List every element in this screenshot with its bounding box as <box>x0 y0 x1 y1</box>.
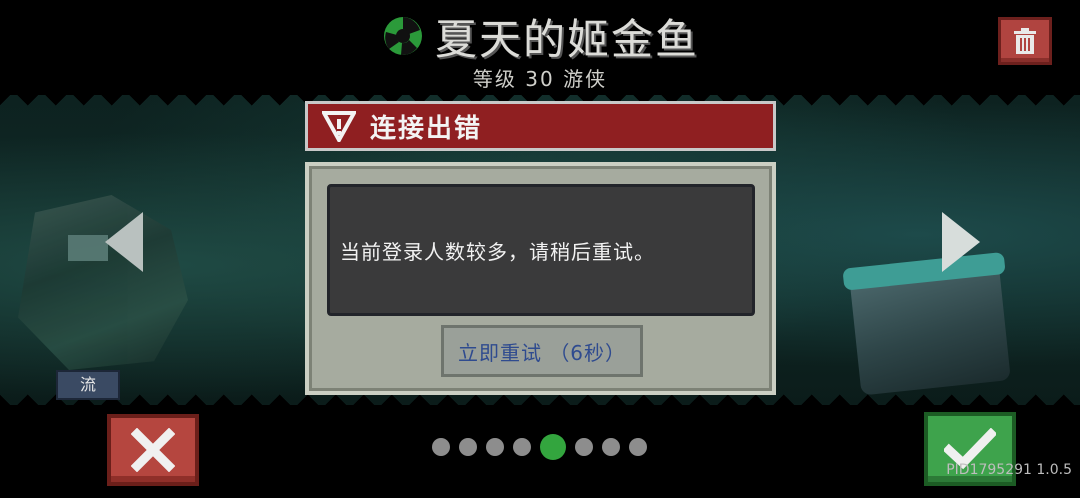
level-value: 30 <box>525 67 555 91</box>
hero-visor <box>68 235 108 261</box>
dialog-header: 连接出错 <box>305 101 776 151</box>
page-dot[interactable] <box>629 438 647 456</box>
class-name: 游侠 <box>563 67 608 91</box>
hero-level-class: 等级 30 游侠 <box>0 63 1080 92</box>
page-dot[interactable] <box>602 438 620 456</box>
hero-title-row: 夏天的姬金鱼 <box>0 8 1080 64</box>
warning-icon <box>322 111 356 142</box>
retry-label: 立即重试 （6秒） <box>458 337 626 366</box>
hero-name: 夏天的姬金鱼 <box>434 14 699 64</box>
build-info: PID1795291 1.0.5 <box>946 462 1072 478</box>
page-dot[interactable] <box>513 438 531 456</box>
delete-hero-button[interactable] <box>998 17 1052 65</box>
error-message: 当前登录人数较多，请稍后重试。 <box>340 239 655 264</box>
cancel-button[interactable] <box>107 414 199 486</box>
retry-countdown: （6秒） <box>549 340 627 365</box>
page-dot[interactable] <box>575 438 593 456</box>
page-dot[interactable] <box>459 438 477 456</box>
skin-tag: 流 <box>56 370 120 400</box>
dialog-body: 当前登录人数较多，请稍后重试。 立即重试 （6秒） <box>305 162 776 395</box>
level-label: 等级 <box>472 67 517 91</box>
arrow-right-icon[interactable] <box>942 212 980 272</box>
trash-icon <box>1014 28 1036 54</box>
ranger-emblem-icon <box>383 17 422 56</box>
arrow-left-icon[interactable] <box>105 212 143 272</box>
page-dot-active[interactable] <box>540 434 566 460</box>
retry-text: 立即重试 <box>457 340 542 365</box>
message-box: 当前登录人数较多，请稍后重试。 <box>327 184 755 316</box>
hero-page-indicator <box>432 434 647 460</box>
page-dot[interactable] <box>486 438 504 456</box>
close-icon <box>131 428 175 472</box>
retry-now-button[interactable]: 立即重试 （6秒） <box>441 325 643 377</box>
dialog-title: 连接出错 <box>370 113 483 144</box>
page-dot[interactable] <box>432 438 450 456</box>
next-hero-sprite <box>842 251 1011 396</box>
